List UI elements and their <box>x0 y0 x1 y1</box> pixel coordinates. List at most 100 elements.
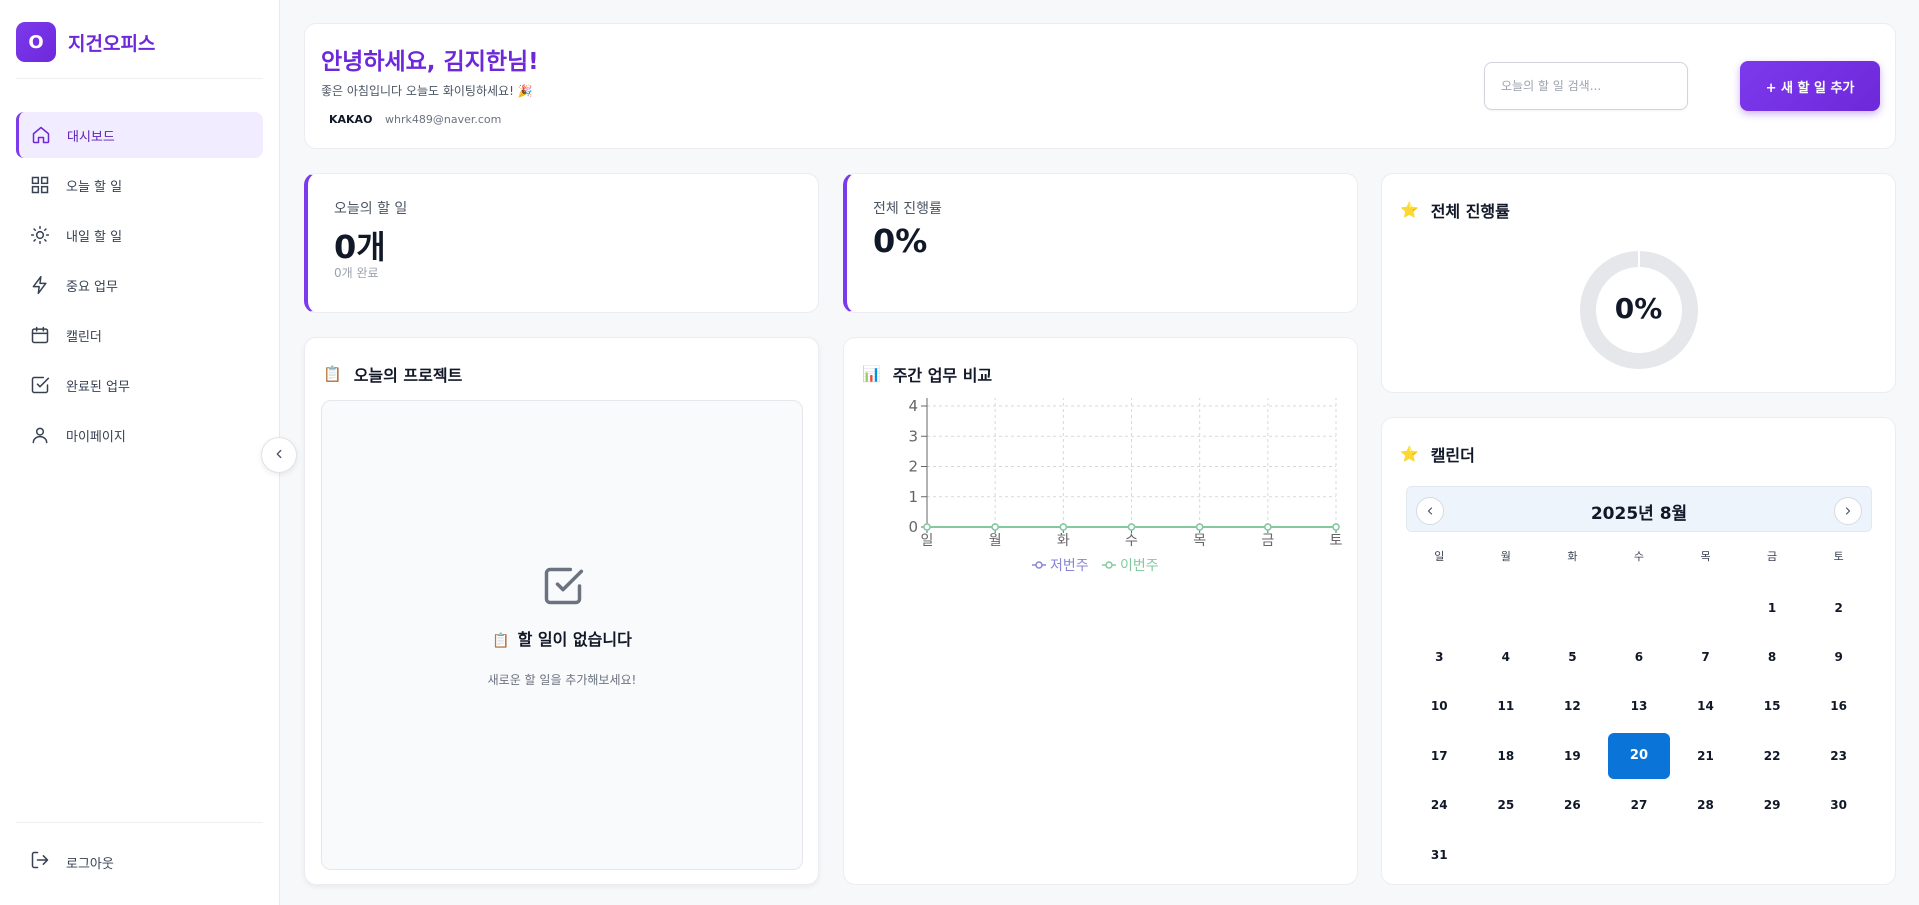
calendar-day[interactable]: 24 <box>1406 781 1473 830</box>
calendar-day[interactable]: 17 <box>1406 731 1473 780</box>
user-icon <box>30 425 50 445</box>
calendar-day-number: 4 <box>1501 650 1511 665</box>
sidebar-item-important[interactable]: 중요 업무 <box>16 262 263 308</box>
empty-state-subtitle: 새로운 할 일을 추가해보세요! <box>487 673 637 687</box>
legend-label: 이번주 <box>1120 558 1159 574</box>
sidebar-item-mypage[interactable]: 마이페이지 <box>16 412 263 458</box>
calendar-day-number: 26 <box>1564 798 1581 813</box>
calendar-day[interactable]: 27 <box>1606 781 1673 830</box>
calendar-day[interactable]: 9 <box>1805 632 1872 681</box>
calendar-day[interactable]: 7 <box>1672 632 1739 681</box>
card-title: ⭐ 캘린더 <box>1400 442 1475 466</box>
sidebar-item-label: 마이페이지 <box>66 429 126 445</box>
check-square-icon <box>30 375 50 395</box>
weekly-line-chart: 0 1 2 3 4 일 월 화 수 목 금 토저번주 이번주 <box>908 398 1343 574</box>
calendar-day-number: 17 <box>1430 748 1448 763</box>
sidebar-item-label: 중요 업무 <box>66 279 118 295</box>
sidebar-item-label: 캘린더 <box>66 329 102 345</box>
calendar-day[interactable]: 22 <box>1739 731 1806 780</box>
calendar-day[interactable]: 23 <box>1805 731 1872 780</box>
add-todo-button[interactable]: + 새 할 일 추가 <box>1740 61 1880 111</box>
check-square-icon <box>541 564 585 612</box>
welcome-header: 안녕하세요, 김지한님! 좋은 아침입니다 오늘도 화이팅하세요! 🎉 KAKA… <box>304 23 1896 149</box>
stat-value: 0% <box>873 222 928 260</box>
calendar-day[interactable]: 19 <box>1539 731 1606 780</box>
greeting-title: 안녕하세요, 김지한님! <box>321 49 539 75</box>
calendar-day-number: 15 <box>1763 699 1781 714</box>
calendar-day[interactable]: 11 <box>1473 682 1540 731</box>
calendar-icon <box>30 325 50 345</box>
card-title: ⭐ 전체 진행률 <box>1400 198 1510 222</box>
legend-marker <box>1105 561 1113 569</box>
weekday-label: 수 <box>1633 550 1645 563</box>
calendar-day[interactable]: 31 <box>1406 830 1473 879</box>
calendar-day[interactable]: 10 <box>1406 682 1473 731</box>
calendar-day-number: 31 <box>1430 847 1448 862</box>
calendar-day-selected[interactable]: 20 <box>1606 731 1673 780</box>
calendar-day[interactable]: 25 <box>1473 781 1540 830</box>
sun-icon <box>30 225 50 245</box>
brand[interactable]: O 지건오피스 <box>16 22 155 62</box>
sidebar-collapse-button[interactable] <box>261 437 297 473</box>
calendar-day-number: 29 <box>1763 798 1781 813</box>
search-input[interactable] <box>1484 62 1688 110</box>
calendar-day[interactable]: 8 <box>1739 632 1806 681</box>
calendar-day-number: 7 <box>1701 650 1710 665</box>
calendar-day[interactable]: 6 <box>1606 632 1673 681</box>
next-month-button[interactable] <box>1834 497 1862 525</box>
calendar-day-number: 18 <box>1497 748 1515 763</box>
overall-progress-card: ⭐ 전체 진행률 0% <box>1381 173 1896 393</box>
calendar-day[interactable]: 15 <box>1739 682 1806 731</box>
calendar-day[interactable]: 2 <box>1805 583 1872 632</box>
calendar-day-number: 27 <box>1630 798 1648 813</box>
calendar-empty-cell <box>1606 583 1673 632</box>
empty-state-title-text: 할 일이 없습니다 <box>517 630 632 649</box>
sidebar-item-label: 내일 할 일 <box>66 229 123 245</box>
calendar-day-number: 19 <box>1564 748 1581 763</box>
calendar-header: 2025년 8월 <box>1406 486 1872 532</box>
calendar-day[interactable]: 30 <box>1805 781 1872 830</box>
sidebar-item-dashboard[interactable]: 대시보드 <box>16 112 263 158</box>
card-title-text: 캘린더 <box>1430 446 1475 465</box>
divider <box>16 78 263 79</box>
calendar-empty-cell <box>1473 583 1540 632</box>
calendar-day[interactable]: 3 <box>1406 632 1473 681</box>
calendar-day[interactable]: 28 <box>1672 781 1739 830</box>
weekday-label: 화 <box>1567 550 1578 563</box>
sidebar-item-tomorrow[interactable]: 내일 할 일 <box>16 212 263 258</box>
calendar-month-label: 2025년 8월 <box>1590 504 1688 524</box>
stat-label: 오늘의 할 일 <box>334 201 408 217</box>
calendar-day[interactable]: 29 <box>1739 781 1806 830</box>
progress-ring-value: 0% <box>1614 292 1663 325</box>
y-tick-label: 1 <box>908 488 918 506</box>
calendar-day-number: 23 <box>1830 748 1847 763</box>
calendar-card: ⭐ 캘린더 2025년 8월 일월화수목금토 1 2 3 4 5 6 7 8 9 10 11 12 13… <box>1381 417 1896 885</box>
calendar-day[interactable]: 12 <box>1539 682 1606 731</box>
calendar-day-number: 13 <box>1630 699 1648 714</box>
calendar-day-number: 3 <box>1435 650 1444 665</box>
calendar-day[interactable]: 21 <box>1672 731 1739 780</box>
sidebar-item-label: 오늘 할 일 <box>66 179 123 195</box>
y-tick-label: 4 <box>908 398 918 415</box>
calendar-day[interactable]: 1 <box>1739 583 1806 632</box>
calendar-day[interactable]: 13 <box>1606 682 1673 731</box>
calendar-day[interactable]: 26 <box>1539 781 1606 830</box>
calendar-day-number: 8 <box>1767 650 1777 665</box>
sidebar-item-today[interactable]: 오늘 할 일 <box>16 162 263 208</box>
calendar-empty-cell <box>1672 583 1739 632</box>
calendar-day[interactable]: 16 <box>1805 682 1872 731</box>
logout-button[interactable]: 로그아웃 <box>30 850 114 874</box>
sidebar-item-completed[interactable]: 완료된 업무 <box>16 362 263 408</box>
calendar-day[interactable]: 14 <box>1672 682 1739 731</box>
empty-state-title: 📋 할 일이 없습니다 <box>322 626 802 650</box>
divider <box>16 822 263 823</box>
calendar-day[interactable]: 18 <box>1473 731 1540 780</box>
calendar-day[interactable]: 4 <box>1473 632 1540 681</box>
weekday-label: 목 <box>1700 550 1711 563</box>
sidebar-item-calendar[interactable]: 캘린더 <box>16 312 263 358</box>
series-point-1 <box>1264 523 1272 531</box>
brand-name: 지건오피스 <box>68 32 156 55</box>
series-point-1 <box>1195 523 1204 531</box>
legend-marker <box>1035 561 1043 569</box>
calendar-day[interactable]: 5 <box>1539 632 1606 681</box>
